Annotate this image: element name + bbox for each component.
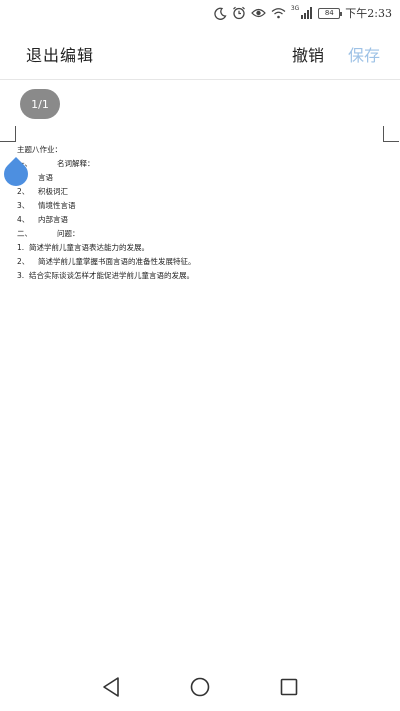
section-heading: 二、 问题： xyxy=(17,227,387,241)
item-text: 情境性言语 xyxy=(38,201,76,210)
item-number: 3、 xyxy=(17,201,30,210)
page-indicator: 1/1 xyxy=(20,89,60,119)
network-type: 3G xyxy=(290,4,300,12)
item-text: 内部言语 xyxy=(38,215,68,224)
undo-button[interactable]: 撤销 xyxy=(292,42,324,66)
item-number: 4、 xyxy=(17,215,30,224)
item-number: 3. xyxy=(17,271,25,280)
item-number: 2、 xyxy=(17,187,30,196)
home-icon[interactable] xyxy=(189,676,211,698)
list-item: 4、 内部言语 xyxy=(17,213,387,227)
editor-header: 退出编辑 撤销 保存 xyxy=(0,26,400,80)
section-label: 名词解释： xyxy=(57,159,95,168)
item-text: 简述学前儿童掌握书面言语的准备性发展特征。 xyxy=(38,257,196,266)
item-text: 结合实际谈谈怎样才能促进学前儿童言语的发展。 xyxy=(29,271,194,280)
section-heading: 一、 名词解释： xyxy=(17,157,387,171)
list-item: 1、言语 xyxy=(17,171,387,185)
list-item: 2、 积极词汇 xyxy=(17,185,387,199)
section-number: 二、 xyxy=(17,229,32,238)
status-icons: 3G 84 下午2:33 xyxy=(214,5,392,21)
moon-icon xyxy=(214,7,227,20)
save-button[interactable]: 保存 xyxy=(348,42,380,66)
item-text: 言语 xyxy=(38,173,53,182)
page-corner-mark-left xyxy=(0,126,16,142)
exit-edit-button[interactable]: 退出编辑 xyxy=(26,42,94,66)
document-title: 主题八作业： xyxy=(17,145,62,154)
item-number: 1. xyxy=(17,243,25,252)
item-text: 简述学前儿童言语表达能力的发展。 xyxy=(29,243,149,252)
item-text: 积极词汇 xyxy=(38,187,68,196)
list-item: 3、 情境性言语 xyxy=(17,199,387,213)
list-item: 3. 结合实际谈谈怎样才能促进学前儿童言语的发展。 xyxy=(17,269,387,283)
list-item: 2、 简述学前儿童掌握书面言语的准备性发展特征。 xyxy=(17,255,387,269)
page-corner-mark-right xyxy=(383,126,399,142)
clock: 下午2:33 xyxy=(345,7,392,20)
battery-icon: 84 xyxy=(318,7,343,19)
wifi-icon xyxy=(271,8,286,19)
alarm-icon xyxy=(232,6,245,20)
item-number: 2、 xyxy=(17,257,30,266)
battery-level: 84 xyxy=(324,9,334,17)
signal-icon xyxy=(301,7,313,19)
back-icon[interactable] xyxy=(100,676,122,698)
status-bar: 3G 84 下午2:33 xyxy=(0,0,400,26)
section-label: 问题： xyxy=(57,229,80,238)
recent-apps-icon[interactable] xyxy=(278,676,300,698)
document-body[interactable]: 主题八作业： 一、名词解释： 1、言语 2、积极词汇 3、情境性言语 4、内部言… xyxy=(17,143,387,283)
navigation-bar xyxy=(0,660,400,711)
list-item: 1. 简述学前儿童言语表达能力的发展。 xyxy=(17,241,387,255)
eye-icon xyxy=(251,8,266,18)
